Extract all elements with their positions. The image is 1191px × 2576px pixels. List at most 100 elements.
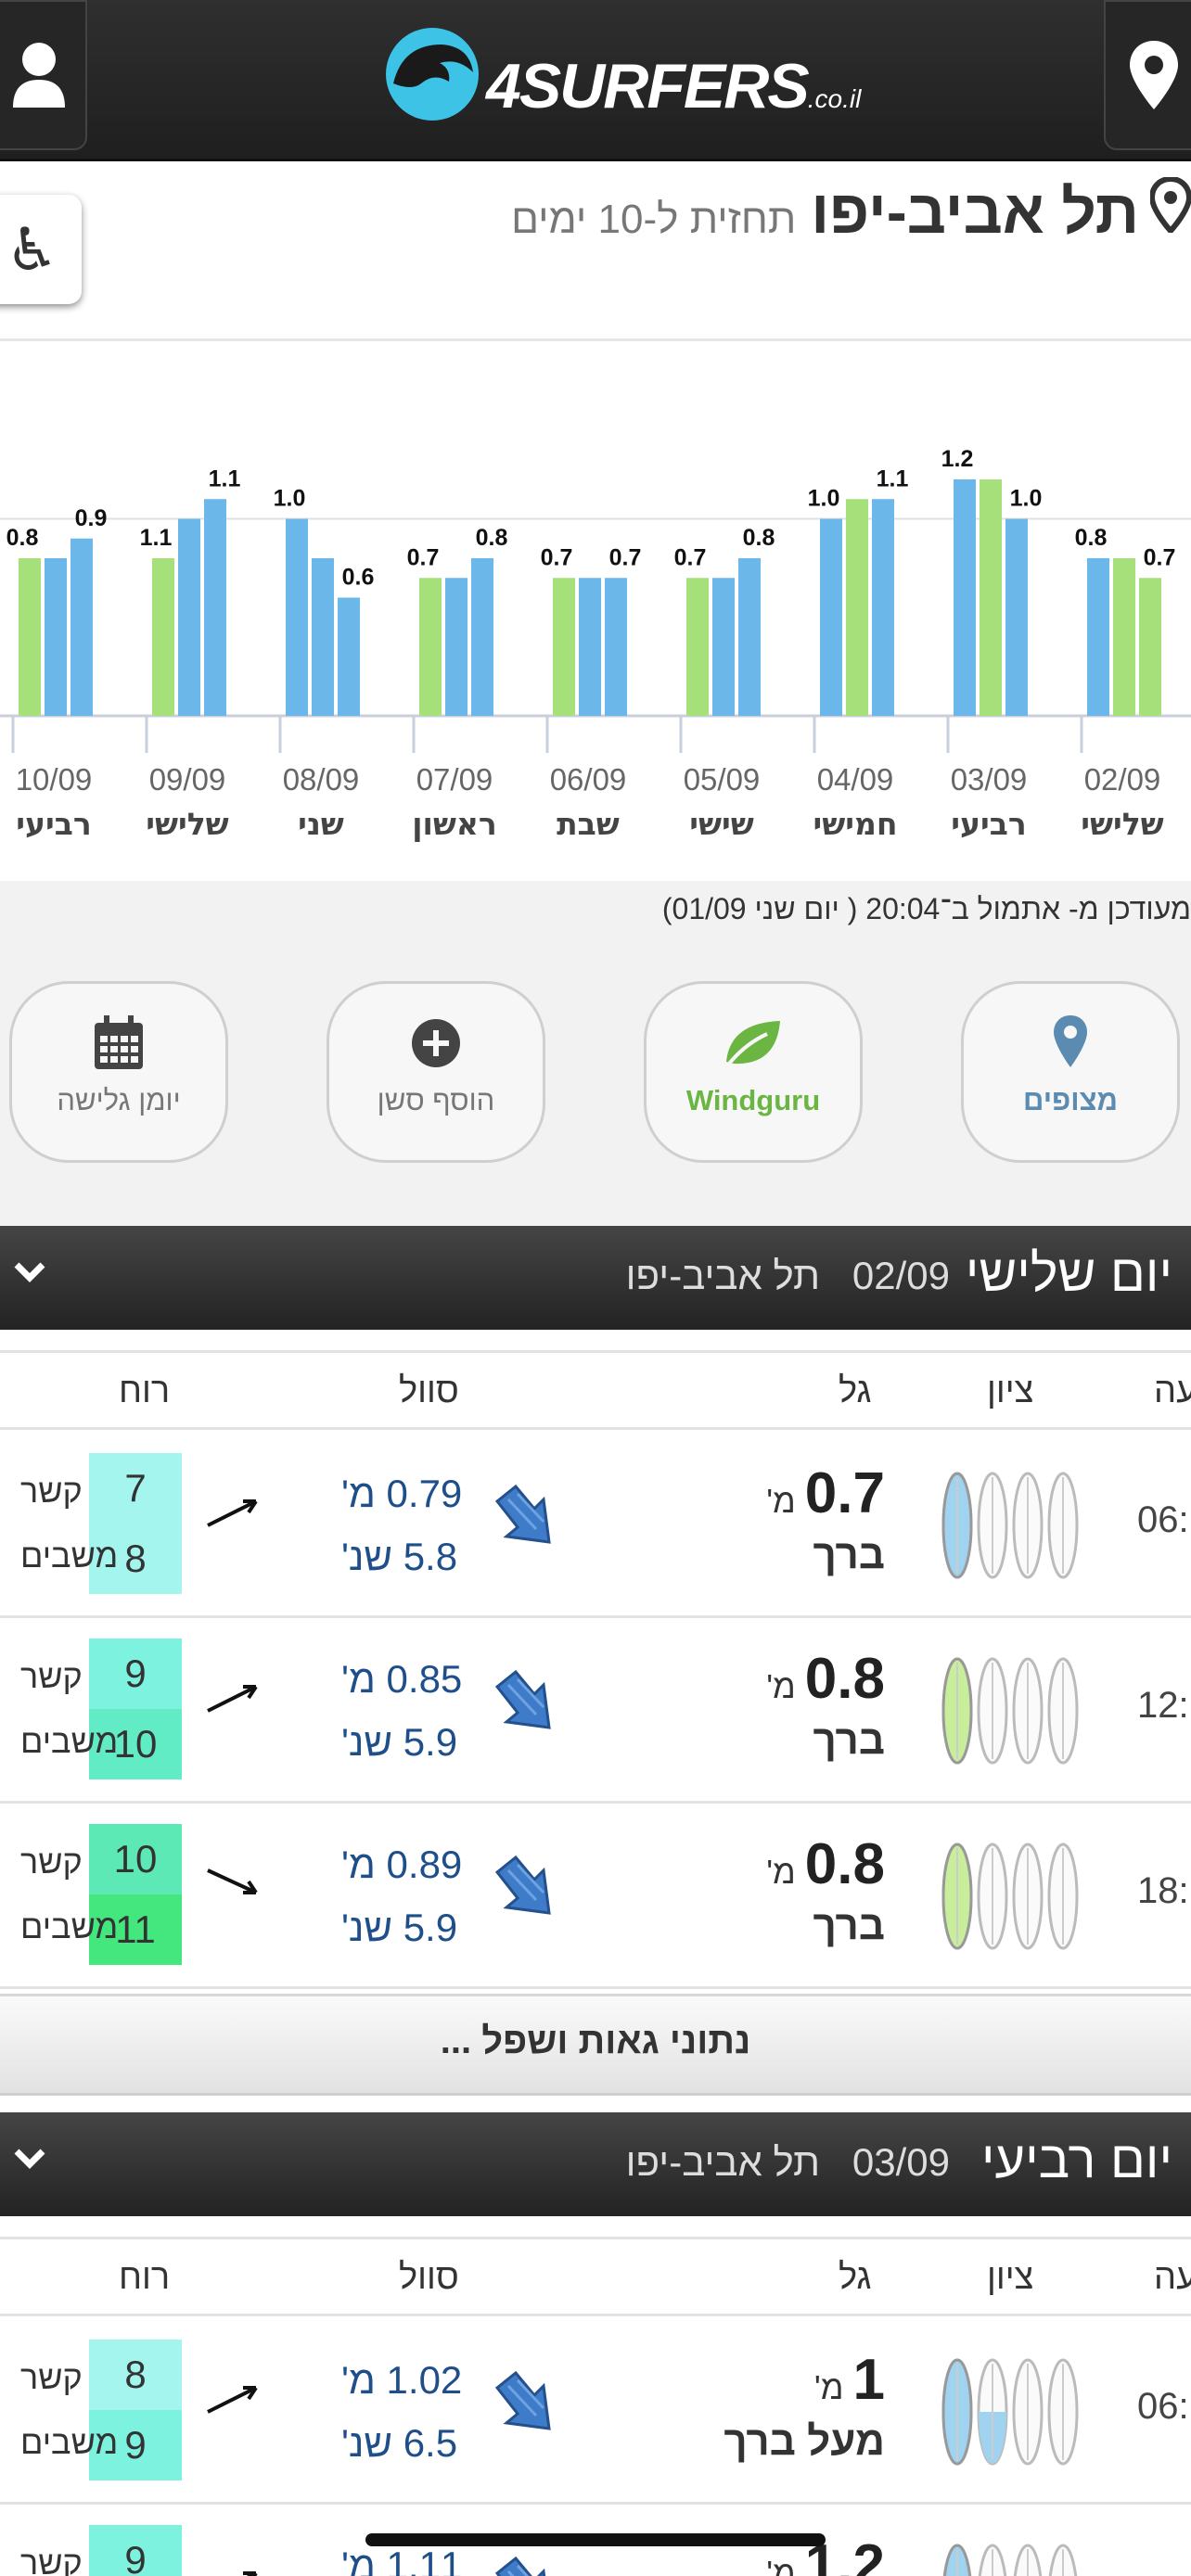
profile-button[interactable] xyxy=(0,0,87,150)
column-headers: עה ציון גל סוול רוח xyxy=(0,2237,1191,2316)
surf-diary-button[interactable]: יומן גלישה xyxy=(9,981,228,1163)
chart-data-label: 0.8 xyxy=(743,525,775,551)
chart-data-label: 1.1 xyxy=(209,465,241,491)
buoys-label: מצופים xyxy=(1022,1084,1118,1116)
wave-value: 0.8 xyxy=(804,1832,885,1896)
wave-unit: מ' xyxy=(766,2554,796,2576)
chart-bar xyxy=(178,518,200,716)
chart-bar xyxy=(338,597,360,716)
wind-unit-gusts: משבים xyxy=(20,2423,119,2461)
wave-unit: מ' xyxy=(766,1482,796,1520)
location-button[interactable] xyxy=(1104,0,1191,150)
row-time: 18: xyxy=(1137,1870,1189,1911)
col-wave: גל xyxy=(839,1371,872,1410)
updated-text: מעודכן מ- אתמול ב־20:04 ( יום שני 01/09) xyxy=(661,892,1191,925)
chart-data-label: 0.8 xyxy=(1075,525,1108,551)
logo[interactable]: 4SURFERS.co.il xyxy=(384,26,861,128)
swell-direction-icon xyxy=(494,1484,551,1544)
wind-speed: 7 xyxy=(89,1453,182,1524)
day-name: יום שלישי xyxy=(965,1243,1172,1302)
chevron-down-icon xyxy=(14,1262,45,1282)
wave-description: ברך xyxy=(813,1717,885,1763)
calendar-icon xyxy=(95,1015,143,1069)
surf-diary-label: יומן גלישה xyxy=(57,1084,181,1116)
swell-period: 5.9 שנ' xyxy=(341,1906,458,1949)
chart-bar xyxy=(312,558,334,716)
wind-unit-knots: קשר xyxy=(20,2544,83,2576)
rating-boards-icon xyxy=(941,1472,1079,1579)
plus-circle-icon xyxy=(412,1019,460,1067)
wind-direction-icon xyxy=(207,1499,258,1527)
day-city: תל אביב-יפו xyxy=(625,2140,820,2184)
wave-height: 0.8מ' ברך xyxy=(766,1831,885,1949)
chart-bar xyxy=(605,578,627,716)
chart-data-label: 1.2 xyxy=(941,446,974,472)
wind-unit-knots: קשר xyxy=(20,1657,83,1695)
chart-data-label: 1.1 xyxy=(877,465,909,491)
row-time: 12: xyxy=(1137,1685,1189,1726)
forecast-row: 18: 0.8מ' ברך 0.89 מ' 5.9 שנ' 10 11 קשר משבים xyxy=(0,1804,1191,1989)
chart-bar xyxy=(738,558,761,716)
swell-height: 1.11 מ' xyxy=(341,2544,463,2576)
chart-bar xyxy=(1139,578,1161,716)
chart-day-label: רביעי xyxy=(951,806,1026,842)
tides-button[interactable]: נתוני גאות ושפל ... xyxy=(0,1994,1191,2096)
wind-direction-icon xyxy=(207,1868,258,1894)
swell-period: 5.8 שנ' xyxy=(341,1535,458,1578)
chart-tick-label: 06/09 xyxy=(550,762,627,797)
accessibility-button[interactable]: ♿ xyxy=(0,195,82,304)
chart-svg: 0.8 0.7 02/09 שלישי 1.2 1.0 03/09 רביעי 1.0 1.1 04… xyxy=(0,446,1191,842)
wind-direction-icon xyxy=(243,2571,258,2576)
chart-bar xyxy=(872,499,894,716)
chart-bar xyxy=(70,538,93,716)
row-time: 06: xyxy=(1137,1499,1189,1540)
chart-bar xyxy=(286,518,308,716)
wave-value: 0.8 xyxy=(804,1647,885,1711)
day-header-wednesday[interactable]: יום רביעי 03/09 תל אביב-יפו xyxy=(0,2112,1191,2216)
chart-tick-label: 07/09 xyxy=(416,762,493,797)
chart-bar xyxy=(686,578,709,716)
chart-bar xyxy=(1113,558,1135,716)
city-name: תל אביב-יפו xyxy=(811,177,1139,246)
chart-bar xyxy=(553,578,575,716)
add-session-button[interactable]: הוסף סשן xyxy=(327,981,545,1163)
windguru-button[interactable]: Windguru xyxy=(644,981,863,1163)
day-header-tuesday[interactable]: יום שלישי 02/09 תל אביב-יפו xyxy=(0,1226,1191,1330)
col-time: עה xyxy=(1154,1371,1191,1410)
buoys-button[interactable]: מצופים xyxy=(961,981,1180,1163)
logo-text: 4SURFERS.co.il xyxy=(486,51,862,121)
windguru-label: Windguru xyxy=(685,1084,821,1116)
col-board: ציון xyxy=(987,2258,1034,2297)
wind-speed: 9 xyxy=(89,1639,182,1709)
wave-description: ברך xyxy=(813,1532,885,1577)
wind-direction-icon xyxy=(207,1685,258,1713)
chart-bar xyxy=(980,479,1002,716)
swell-height: 0.79 מ' xyxy=(341,1472,463,1515)
chart-bar xyxy=(19,558,41,716)
wave-height: 1מ' מעל ברך xyxy=(724,2347,885,2465)
day-date: 03/09 xyxy=(852,2140,950,2184)
chart-data-label: 0.8 xyxy=(476,525,508,551)
wheelchair-icon: ♿ xyxy=(6,216,59,283)
page-title: תל אביב-יפו תחזית ל-10 ימים xyxy=(511,175,1191,260)
wind-speed: 10 xyxy=(89,1824,182,1894)
col-wave: גל xyxy=(839,2258,872,2297)
forecast-row: 06: 1מ' מעל ברך 1.02 מ' 6.5 שנ' 8 9 קשר משבים xyxy=(0,2319,1191,2505)
wave-description: ברך xyxy=(813,1903,885,1948)
wave-height: 0.7מ' ברך xyxy=(766,1460,885,1578)
chart-day-label: ראשון xyxy=(412,806,497,842)
chart-tick-label: 02/09 xyxy=(1084,762,1161,797)
wind-direction-icon xyxy=(207,2386,258,2414)
chart-tick-label: 05/09 xyxy=(684,762,761,797)
wave-unit: מ' xyxy=(766,1853,796,1891)
col-swell: סוול xyxy=(399,1371,459,1410)
chart-tick-label: 09/09 xyxy=(149,762,226,797)
map-pin-icon xyxy=(1148,175,1191,246)
wind-speed: 9 xyxy=(89,2525,182,2576)
map-pin-icon xyxy=(1054,1015,1087,1067)
wave-value: 0.7 xyxy=(804,1461,885,1525)
chart-day-label: שני xyxy=(298,806,344,842)
chart-tick-label: 10/09 xyxy=(16,762,93,797)
wind-unit-gusts: משבים xyxy=(20,1722,119,1760)
chart-bar xyxy=(445,578,467,716)
